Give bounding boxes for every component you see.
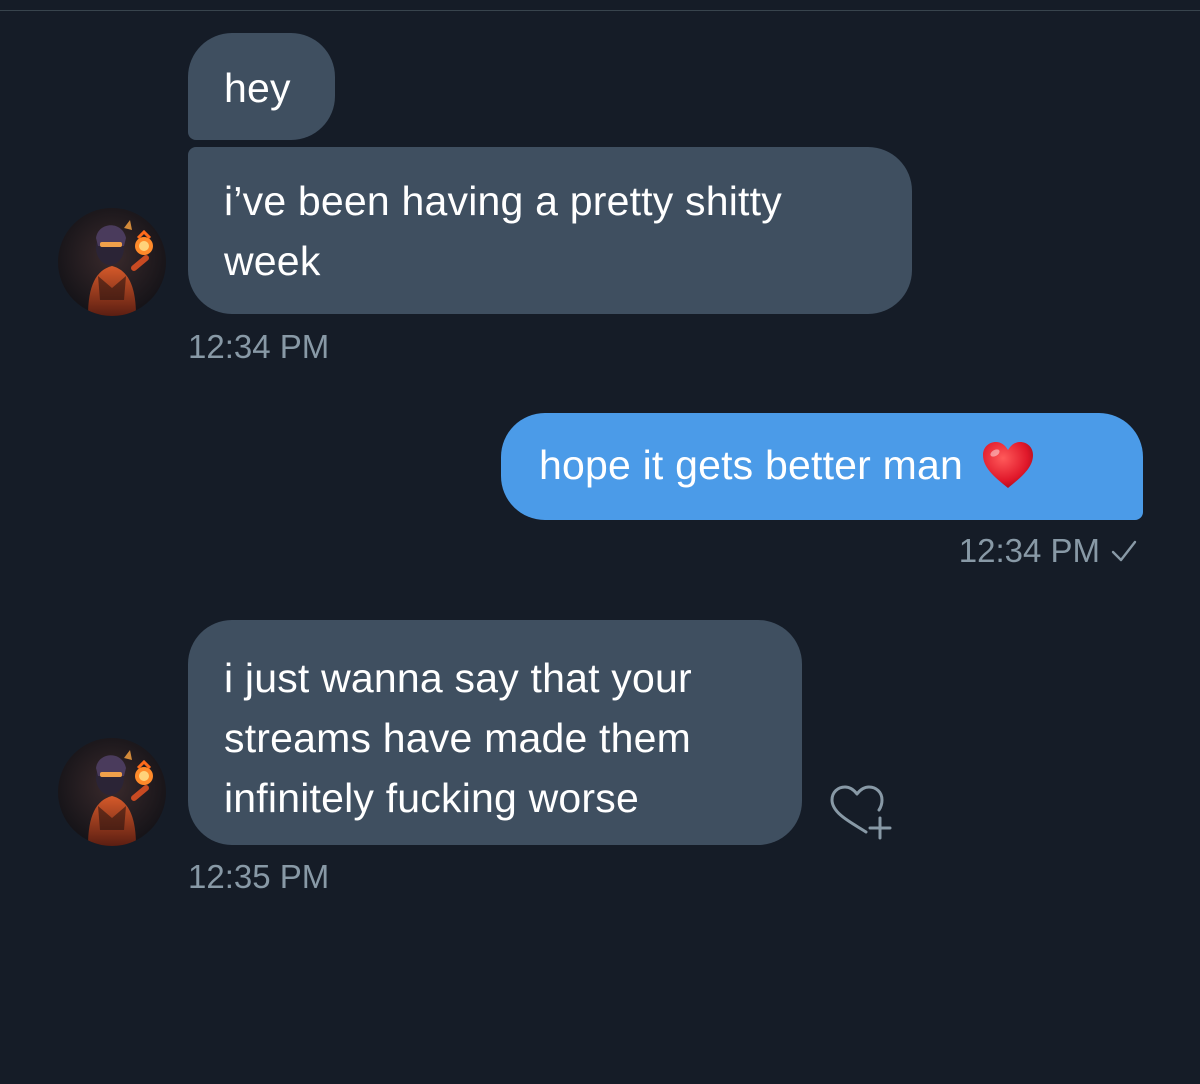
- sender-avatar[interactable]: [58, 738, 166, 846]
- avatar-image: [58, 208, 166, 316]
- heart-plus-icon[interactable]: [826, 782, 898, 842]
- check-icon: [1111, 540, 1137, 562]
- message-timestamp: 12:35 PM: [188, 858, 330, 895]
- dm-conversation: hey i’ve been having a pretty shitty wee…: [0, 0, 1200, 1084]
- incoming-message-bubble[interactable]: i’ve been having a pretty shitty week: [188, 147, 912, 314]
- message-timestamp: 12:34 PM: [188, 328, 330, 365]
- message-text-line: i just wanna say that your: [224, 655, 692, 701]
- outgoing-message-bubble[interactable]: hope it gets better man: [501, 413, 1143, 520]
- avatar-image: [58, 738, 166, 846]
- message-text-line: infinitely fucking worse: [224, 775, 639, 821]
- incoming-message-bubble[interactable]: i just wanna say that your streams have …: [188, 620, 802, 845]
- message-text-line: week: [224, 238, 321, 284]
- message-text-line: streams have made them: [224, 715, 691, 761]
- message-text: hope it gets better man: [539, 442, 963, 488]
- message-text: hey: [224, 65, 291, 111]
- message-timestamp: 12:34 PM: [958, 532, 1100, 569]
- top-divider: [0, 10, 1200, 11]
- sender-avatar[interactable]: [58, 208, 166, 316]
- incoming-message-bubble[interactable]: hey: [188, 33, 335, 140]
- message-text-line: i’ve been having a pretty shitty: [224, 178, 782, 224]
- red-heart-icon: [982, 442, 1033, 489]
